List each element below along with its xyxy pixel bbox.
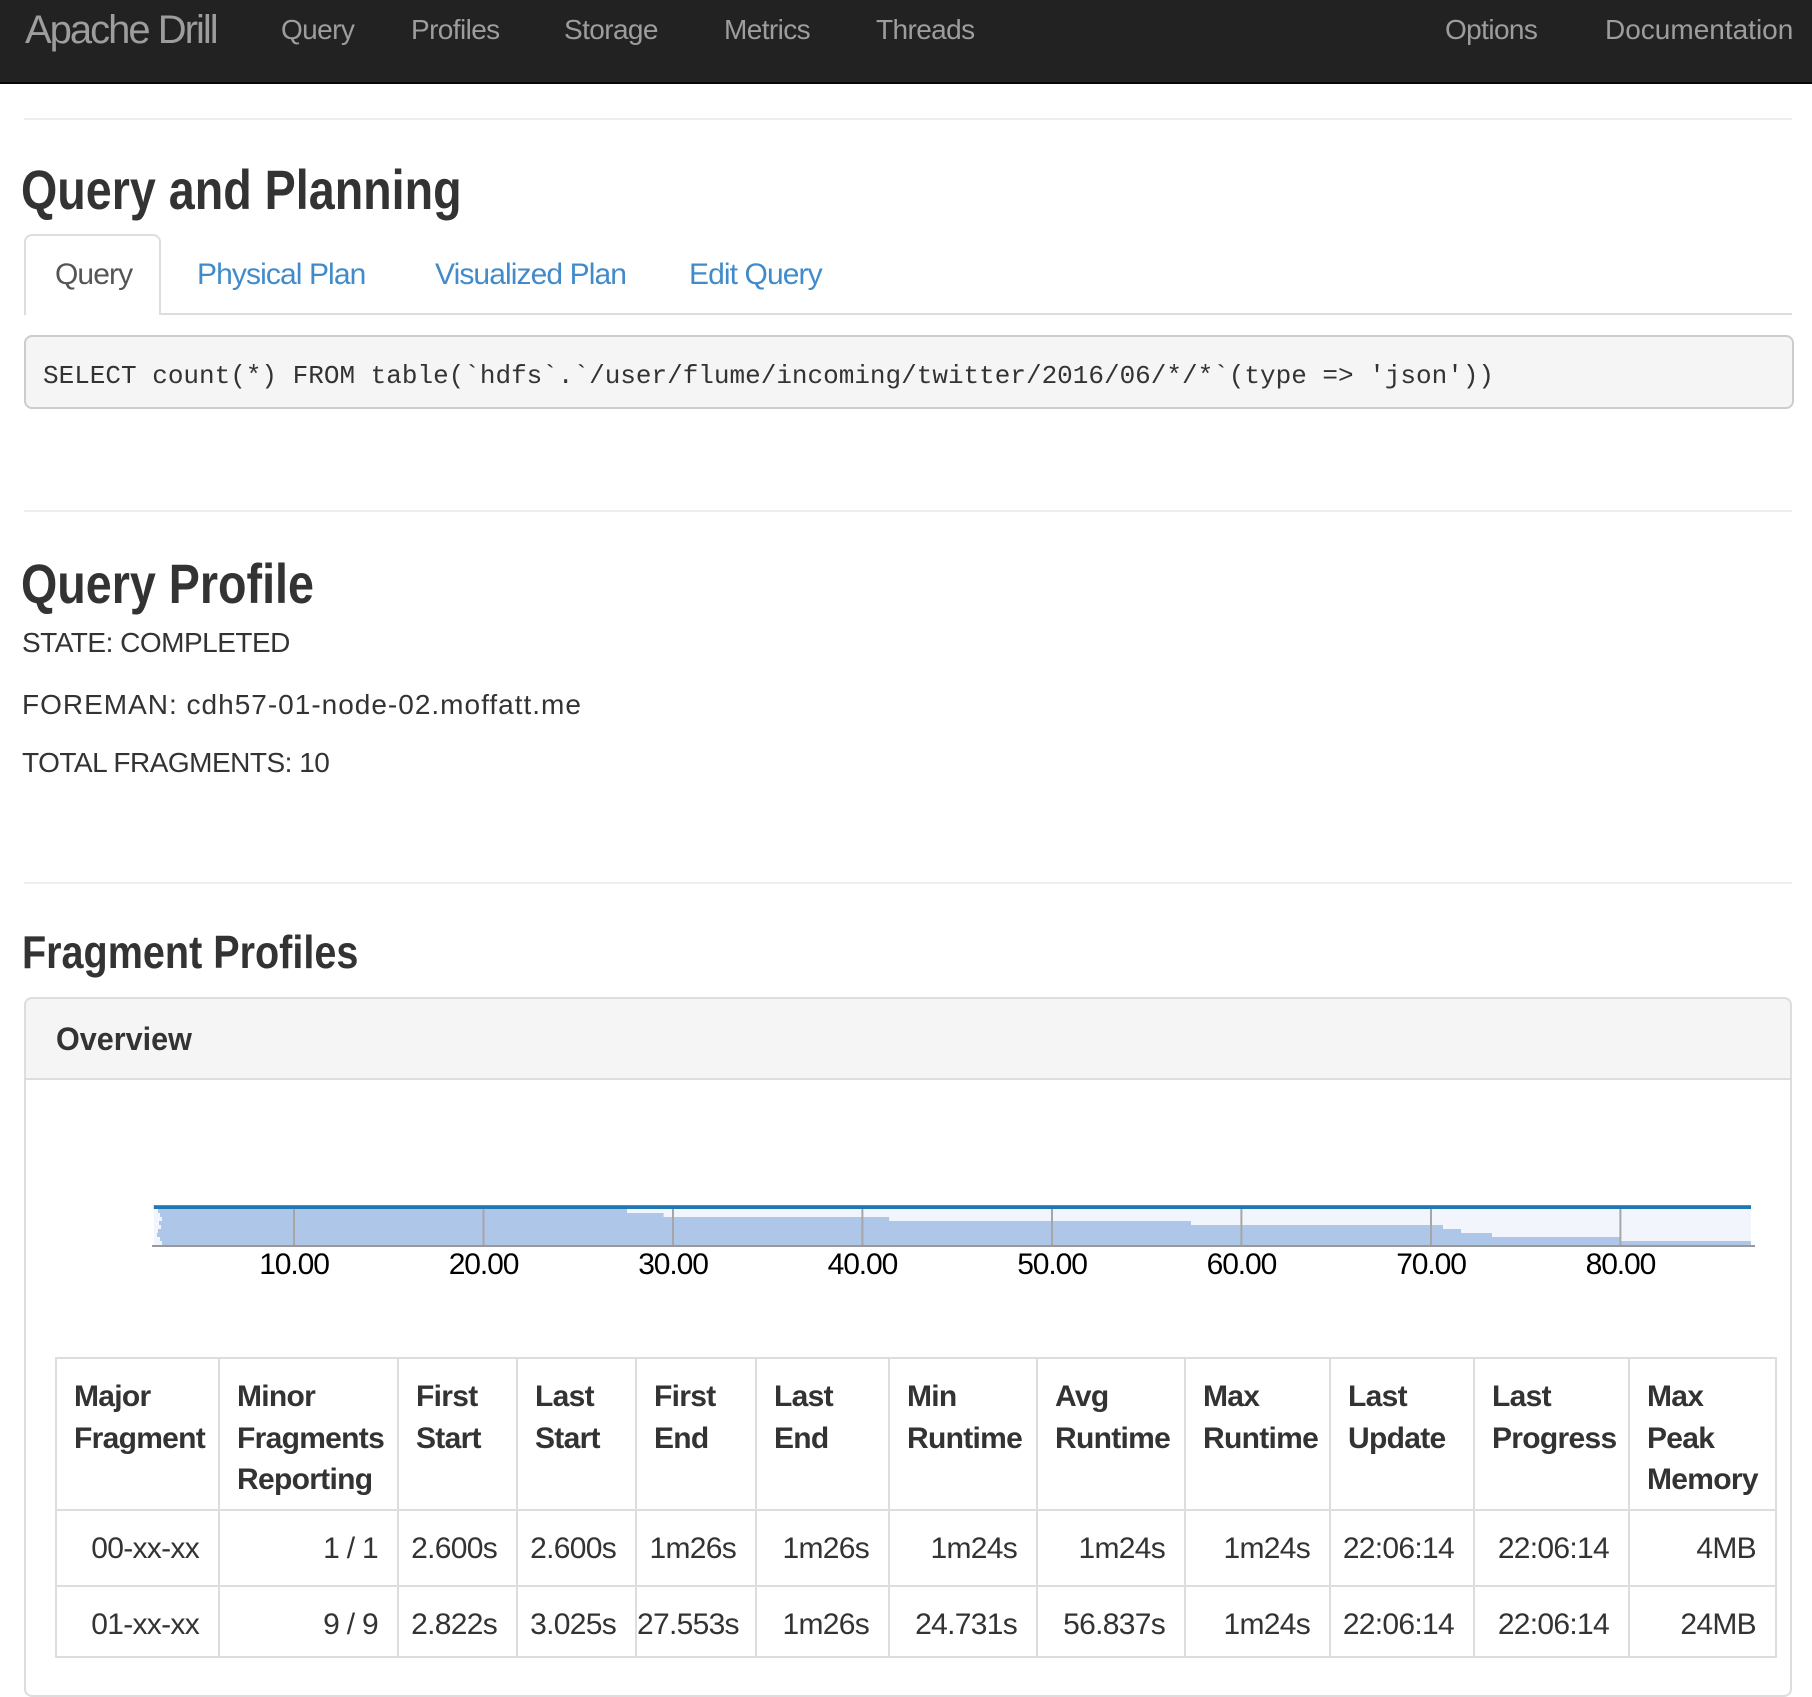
svg-text:40.00: 40.00 — [828, 1248, 898, 1281]
svg-text:80.00: 80.00 — [1586, 1248, 1656, 1281]
svg-text:10.00: 10.00 — [259, 1248, 329, 1281]
svg-text:60.00: 60.00 — [1207, 1248, 1277, 1281]
svg-text:20.00: 20.00 — [449, 1248, 519, 1281]
svg-text:70.00: 70.00 — [1396, 1248, 1466, 1281]
svg-text:50.00: 50.00 — [1017, 1248, 1087, 1281]
svg-text:30.00: 30.00 — [638, 1248, 708, 1281]
